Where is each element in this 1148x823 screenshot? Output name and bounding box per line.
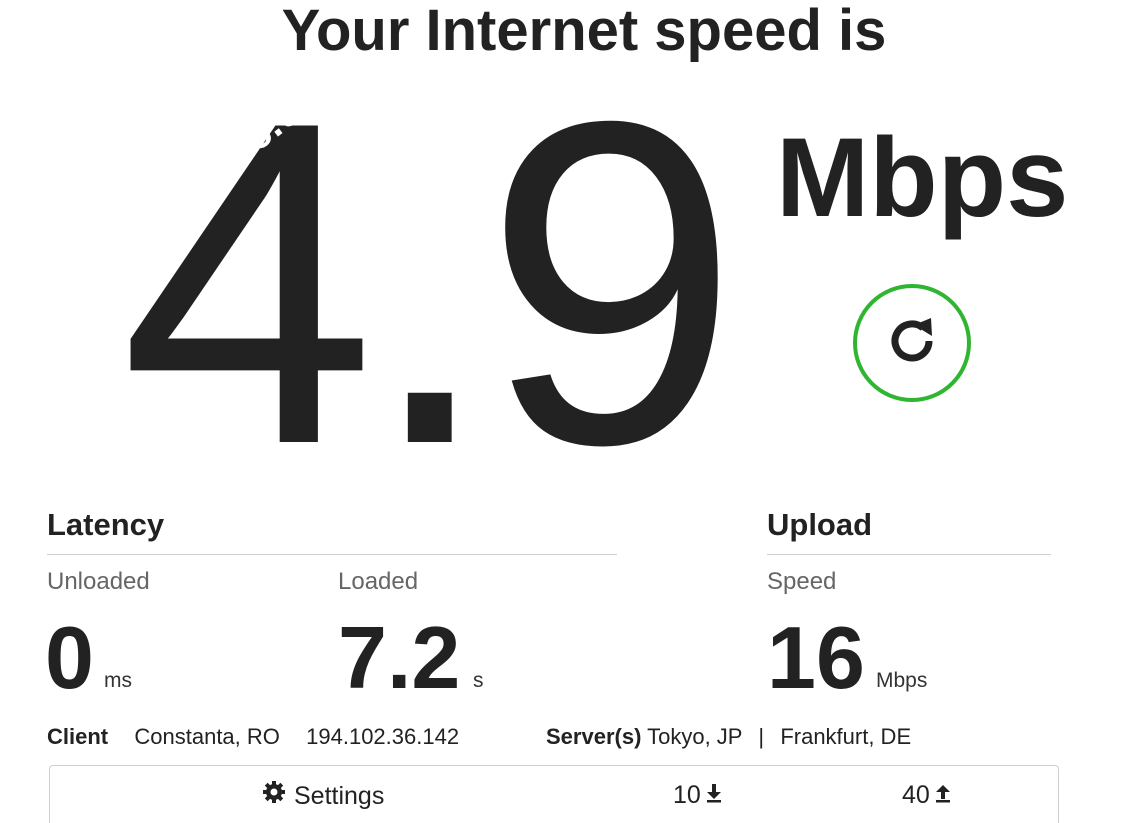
server-first: Tokyo, JP xyxy=(647,724,743,749)
speed-test-page: Your Internet speed is 4.9 netac.co Mbps… xyxy=(0,0,1148,823)
unloaded-latency-value: 0 xyxy=(45,608,94,707)
upload-param: 40 xyxy=(902,780,952,810)
client-location: Constanta, RO xyxy=(134,724,280,749)
client-info: Client Constanta, RO 194.102.36.142 xyxy=(47,724,459,750)
client-ip: 194.102.36.142 xyxy=(306,724,460,749)
upload-divider xyxy=(767,554,1051,555)
server-separator: | xyxy=(758,724,765,749)
refresh-button[interactable] xyxy=(853,284,971,402)
download-speed-units: Mbps xyxy=(776,115,1069,240)
download-param-value: 10 xyxy=(673,781,701,809)
loaded-latency-label: Loaded xyxy=(338,568,419,595)
server-label: Server(s) xyxy=(546,724,642,749)
latency-title: Latency xyxy=(47,507,165,542)
settings-bar: Settings 10 40 xyxy=(49,765,1059,823)
upload-speed-value: 16 xyxy=(767,608,865,707)
loaded-latency-unit: s xyxy=(473,669,484,692)
server-second: Frankfurt, DE xyxy=(780,724,912,749)
upload-speed-label: Speed xyxy=(767,568,837,595)
server-info: Server(s) Tokyo, JP | Frankfurt, DE xyxy=(546,724,911,750)
upload-arrow-icon xyxy=(934,780,952,810)
settings-button[interactable]: Settings xyxy=(262,780,384,811)
download-speed-value: 4.9 xyxy=(120,27,739,540)
upload-title: Upload xyxy=(767,507,873,542)
refresh-icon xyxy=(883,312,941,375)
unloaded-latency-label: Unloaded xyxy=(47,568,150,595)
client-label: Client xyxy=(47,724,109,749)
settings-label: Settings xyxy=(294,781,385,810)
latency-divider xyxy=(47,554,617,555)
gear-icon xyxy=(262,780,286,811)
upload-speed-unit: Mbps xyxy=(876,669,928,692)
download-param: 10 xyxy=(673,780,723,810)
download-arrow-icon xyxy=(705,780,723,810)
upload-param-value: 40 xyxy=(902,781,930,809)
loaded-latency-value: 7.2 xyxy=(338,608,461,707)
unloaded-latency-unit: ms xyxy=(104,669,132,692)
